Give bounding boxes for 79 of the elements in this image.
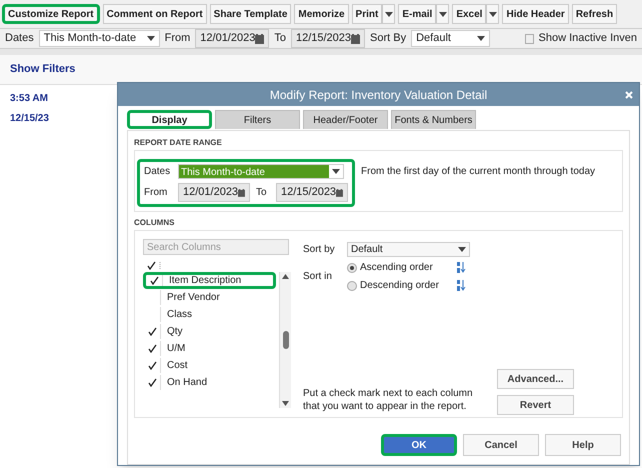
dialog-button[interactable]: Revert [497, 395, 574, 415]
dialog-tab[interactable]: Fonts & Numbers [391, 110, 476, 129]
scroll-up-icon[interactable] [282, 274, 289, 279]
dropdown-caret-icon [332, 169, 340, 174]
column-list-item[interactable]: Qty [143, 323, 276, 340]
calendar-icon [336, 188, 343, 198]
dates-dropdown[interactable]: This Month-to-date [178, 164, 344, 179]
calendar-icon [351, 34, 360, 44]
sort-icon [457, 262, 466, 273]
radio-button[interactable] [347, 280, 357, 290]
column-list-item[interactable]: On Hand [143, 374, 276, 391]
dates-label: Dates [144, 165, 172, 179]
dropdown-button[interactable] [382, 4, 396, 24]
date-field[interactable]: 12/15/2023 [290, 29, 366, 48]
column-list-item[interactable]: Cost [143, 357, 276, 374]
column-list-item[interactable]: Item Description [143, 272, 276, 289]
from-label: From [144, 186, 168, 200]
dialog-button[interactable]: Advanced... [497, 369, 574, 389]
scroll-down-icon[interactable] [282, 401, 289, 406]
toolbar-button[interactable]: Excel [452, 4, 486, 24]
close-icon[interactable] [625, 90, 633, 98]
section-heading: REPORT DATE RANGE [134, 137, 223, 149]
radio-label: Descending order [360, 279, 440, 293]
scrollbar[interactable] [279, 272, 291, 408]
columns-hint: Put a check mark next to each column that you want to appear in the report. [303, 387, 474, 413]
dialog-button[interactable]: Help [545, 434, 621, 456]
dropdown-caret-icon [477, 36, 486, 41]
dropdown-caret-icon [384, 12, 393, 16]
radio-label: Ascending order [360, 261, 434, 275]
to-label: To [274, 31, 286, 46]
dotted-line-icon [159, 262, 161, 270]
toolbar-button[interactable]: E-mail [398, 4, 436, 24]
date-field[interactable]: 12/01/2023 [178, 183, 250, 202]
dialog-tab[interactable]: Filters [215, 110, 300, 129]
dialog-tab[interactable]: Header/Footer [303, 110, 388, 129]
radio-button[interactable] [347, 262, 357, 272]
toolbar-button[interactable]: Print [352, 4, 382, 24]
dropdown-button[interactable] [436, 4, 450, 24]
dropdown-caret-icon [146, 36, 155, 41]
sort-icon [457, 280, 466, 291]
dialog-button[interactable]: OK [381, 434, 457, 456]
column-list-item[interactable]: Pref Vendor [143, 289, 276, 306]
from-label: From [164, 31, 190, 46]
scrollbar-thumb[interactable] [282, 331, 288, 349]
sort-by-dropdown[interactable]: Default [347, 242, 470, 257]
sort-by-dropdown[interactable]: Default [411, 30, 490, 47]
search-field[interactable]: Search Columns [143, 239, 289, 255]
column-list-item[interactable]: U/M [143, 340, 276, 357]
checkbox-label: Show Inactive Inven [538, 31, 637, 46]
checkbox[interactable] [525, 34, 534, 44]
dropdown-caret-icon [458, 247, 466, 252]
show-filters-link[interactable]: Show Filters [10, 63, 76, 75]
toolbar-button[interactable]: Refresh [572, 4, 618, 24]
date-range-description: From the first day of the current month through today [361, 165, 596, 179]
calendar-icon [238, 188, 245, 198]
column-list-item[interactable]: Class [143, 306, 276, 323]
dropdown-caret-icon [438, 12, 447, 16]
dates-label: Dates [5, 31, 34, 46]
dialog-title: Modify Report: Inventory Valuation Detail [270, 86, 488, 104]
dropdown-button[interactable] [486, 4, 500, 24]
report-date: 12/15/23 [10, 112, 49, 126]
dates-dropdown[interactable]: This Month-to-date [38, 30, 160, 47]
dialog-button[interactable]: Cancel [463, 434, 539, 456]
toolbar-button[interactable]: Hide Header [502, 4, 569, 24]
date-field[interactable]: 12/01/2023 [195, 29, 270, 48]
to-label: To [256, 186, 268, 200]
dialog-tab[interactable]: Display [127, 110, 212, 129]
calendar-icon [255, 34, 264, 44]
toolbar-button[interactable]: Share Template [210, 4, 292, 24]
dropdown-caret-icon [488, 12, 497, 16]
report-time: 3:53 AM [10, 92, 48, 106]
sort-in-label: Sort in [303, 270, 333, 284]
toolbar-button[interactable]: Customize Report [2, 4, 100, 24]
section-heading: COLUMNS [134, 217, 176, 229]
date-field[interactable]: 12/15/2023 [276, 183, 348, 202]
toolbar-button[interactable]: Comment on Report [102, 4, 207, 24]
sort-by-label: Sort By [370, 31, 406, 46]
sort-by-label: Sort by [303, 243, 336, 257]
toolbar-button[interactable]: Memorize [294, 4, 349, 24]
